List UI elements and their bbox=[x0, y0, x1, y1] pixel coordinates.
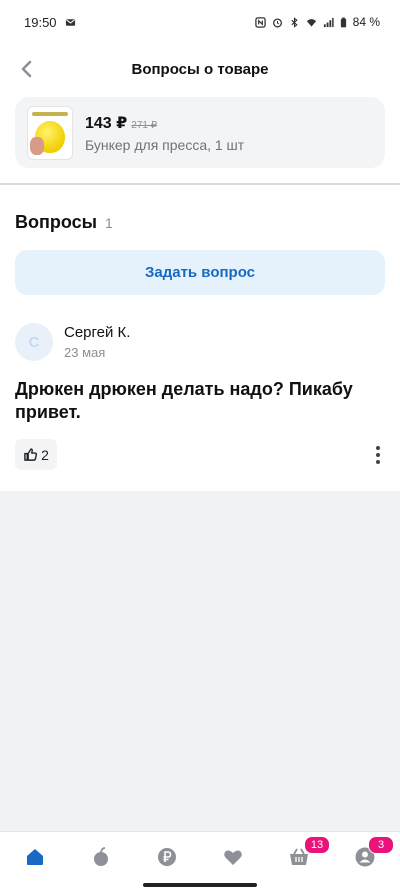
profile-badge: 3 bbox=[368, 836, 394, 854]
like-count: 2 bbox=[41, 446, 49, 463]
author-name: Сергей К. bbox=[64, 324, 131, 341]
product-old-price: 271 ₽ bbox=[131, 119, 158, 131]
thumbs-up-icon bbox=[24, 448, 38, 461]
question-author: С Сергей К. 23 мая bbox=[15, 323, 130, 361]
home-indicator bbox=[143, 883, 257, 887]
page-title: Вопросы о товаре bbox=[131, 60, 269, 78]
mail-notification-icon bbox=[65, 18, 75, 26]
wifi-icon bbox=[306, 18, 316, 27]
questions-section: Вопросы 1 Задать вопрос С Сергей К. 23 м… bbox=[0, 185, 400, 491]
ask-question-button[interactable]: Задать вопрос bbox=[15, 250, 385, 295]
product-section: 143 ₽ 271 ₽ Бункер для пресса, 1 шт bbox=[0, 94, 400, 183]
nav-profile[interactable]: 3 bbox=[350, 836, 394, 872]
product-image bbox=[27, 105, 73, 160]
section-header: Вопросы 1 bbox=[15, 212, 113, 233]
section-title: Вопросы bbox=[15, 212, 98, 232]
nfc-icon bbox=[254, 16, 266, 28]
signal-icon bbox=[323, 17, 334, 27]
nav-payments[interactable] bbox=[152, 842, 182, 872]
question-date: 23 мая bbox=[64, 345, 106, 360]
question-text: Дрюкен дрюкен делать надо? Пикабу привет… bbox=[15, 379, 353, 422]
status-time: 19:50 bbox=[24, 14, 57, 30]
chevron-left-icon bbox=[21, 60, 32, 78]
bluetooth-icon bbox=[291, 16, 298, 28]
product-card[interactable]: 143 ₽ 271 ₽ Бункер для пресса, 1 шт bbox=[15, 97, 385, 168]
ruble-coin-icon bbox=[158, 848, 176, 866]
alarm-icon bbox=[272, 17, 282, 27]
battery-icon bbox=[340, 17, 346, 27]
bottom-navigation: 13 3 bbox=[0, 831, 400, 893]
nav-favorites[interactable] bbox=[218, 842, 248, 872]
battery-percent: 84 % bbox=[352, 15, 380, 29]
product-price: 143 ₽ bbox=[85, 114, 128, 132]
questions-count: 1 bbox=[105, 215, 113, 231]
cart-badge: 13 bbox=[304, 836, 330, 854]
fruit-icon bbox=[94, 847, 108, 866]
more-options-button[interactable] bbox=[366, 443, 390, 467]
nav-catalog[interactable] bbox=[86, 842, 116, 872]
like-button[interactable]: 2 bbox=[15, 439, 57, 470]
avatar: С bbox=[15, 323, 53, 361]
back-button[interactable] bbox=[14, 56, 40, 82]
home-icon bbox=[27, 849, 43, 865]
nav-home[interactable] bbox=[20, 842, 50, 872]
page-header: Вопросы о товаре bbox=[0, 44, 400, 94]
nav-cart[interactable]: 13 bbox=[284, 836, 330, 872]
heart-icon bbox=[224, 850, 242, 865]
status-bar: 19:50 84 % bbox=[0, 0, 400, 44]
product-name: Бункер для пресса, 1 шт bbox=[85, 136, 245, 153]
